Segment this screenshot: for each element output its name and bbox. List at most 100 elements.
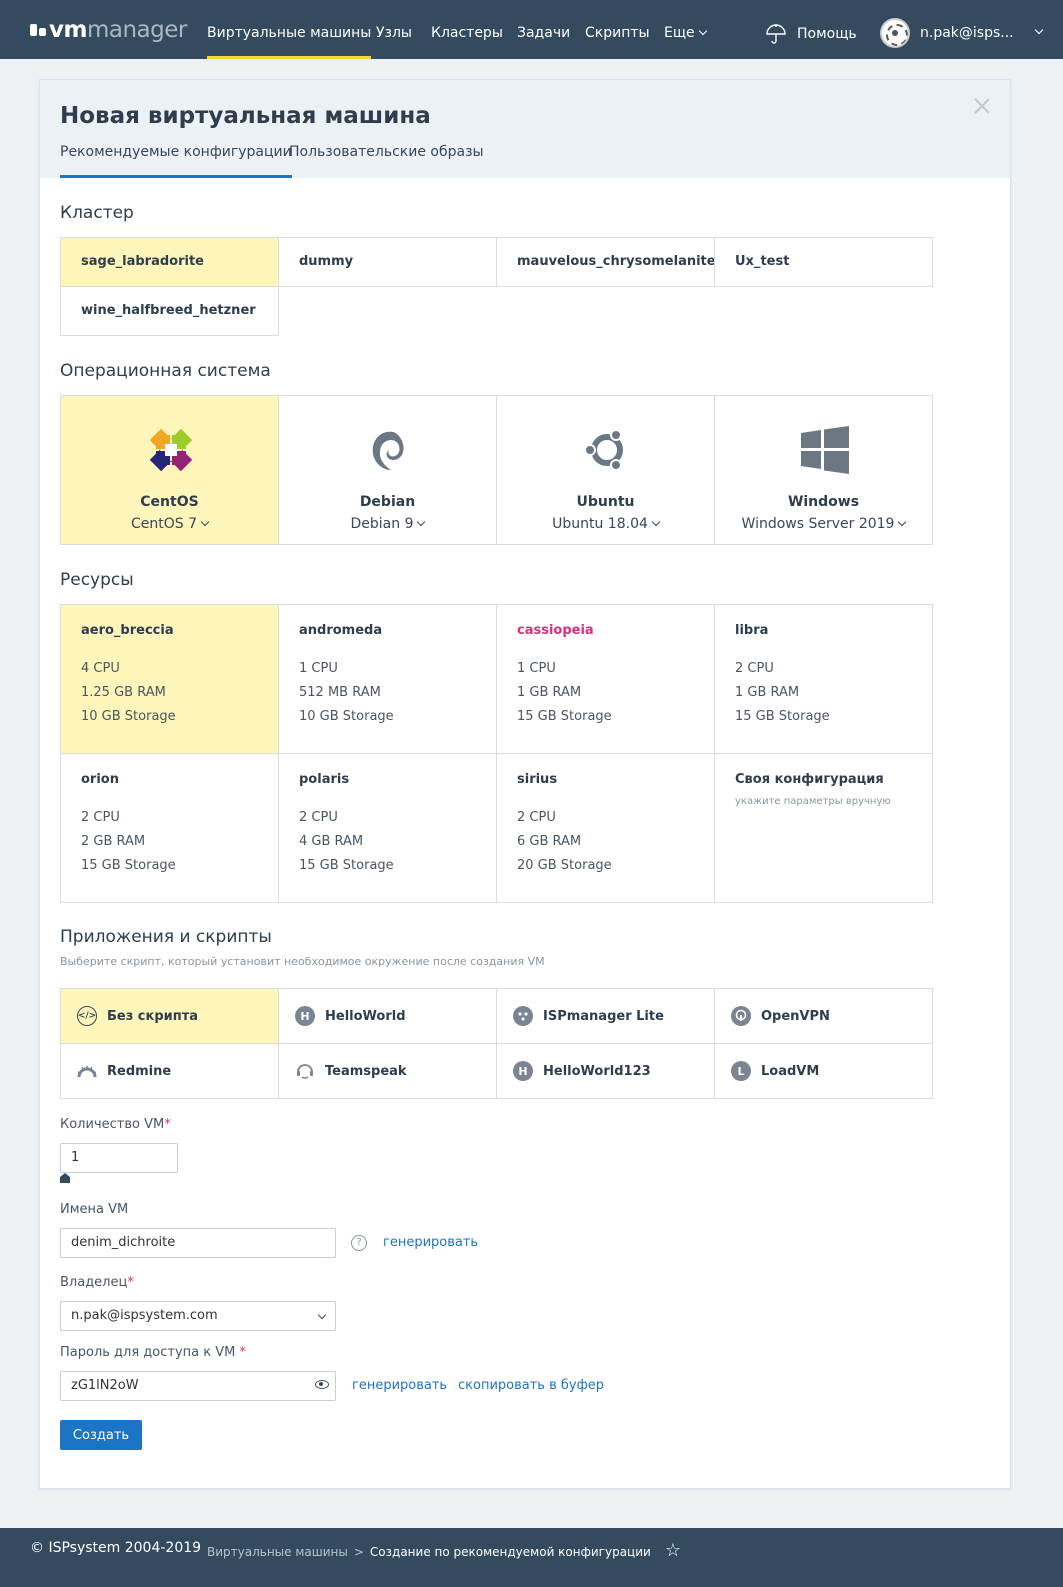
resource-ram: 6 GB RAM: [517, 834, 582, 849]
app-option[interactable]: L LoadVM: [714, 1043, 933, 1099]
os-name: Windows: [787, 494, 860, 510]
cluster-option[interactable]: dummy: [278, 237, 497, 287]
resource-option-custom[interactable]: Своя конфигурация укажите параметры вруч…: [714, 753, 933, 903]
h-letter-icon: H: [295, 1006, 315, 1026]
resource-storage: 20 GB Storage: [517, 858, 612, 873]
os-version-dropdown[interactable]: Windows Server 2019: [715, 516, 932, 532]
vmmanager-logo[interactable]: vm manager: [30, 16, 187, 44]
eye-icon[interactable]: [315, 1380, 329, 1389]
os-option-ubuntu[interactable]: Ubuntu Ubuntu 18.04: [496, 395, 715, 545]
vm-count-input[interactable]: 1: [60, 1143, 178, 1173]
app-option[interactable]: Teamspeak: [278, 1043, 497, 1099]
user-name: n.pak@isps...: [920, 24, 1014, 41]
os-option-debian[interactable]: Debian Debian 9: [278, 395, 497, 545]
cluster-option[interactable]: Ux_test: [714, 237, 933, 287]
app-name: HelloWorld: [325, 1008, 406, 1024]
os-option-windows[interactable]: Windows Windows Server 2019: [714, 395, 933, 545]
copy-to-clipboard-link[interactable]: скопировать в буфер: [458, 1378, 604, 1393]
os-version-dropdown[interactable]: Debian 9: [279, 516, 496, 532]
resource-name: sirius: [517, 772, 558, 787]
resource-option[interactable]: cassiopeia 1 CPU 1 GB RAM 15 GB Storage: [496, 604, 715, 754]
os-version-label: CentOS 7: [130, 516, 197, 532]
cluster-section-title: Кластер: [60, 203, 134, 223]
required-mark: *: [239, 1345, 247, 1360]
cluster-option[interactable]: mauvelous_chrysomelanite: [496, 237, 716, 287]
resource-name: aero_breccia: [81, 623, 174, 638]
resource-ram: 4 GB RAM: [299, 834, 364, 849]
help-button[interactable]: Помощь: [765, 0, 857, 59]
chevron-down-icon: [651, 517, 661, 527]
star-icon[interactable]: ☆: [665, 1540, 681, 1561]
nav-virtual-machines[interactable]: Виртуальные машины: [207, 0, 372, 59]
resource-option[interactable]: aero_breccia 4 CPU 1.25 GB RAM 10 GB Sto…: [60, 604, 279, 754]
resource-option[interactable]: orion 2 CPU 2 GB RAM 15 GB Storage: [60, 753, 279, 903]
resource-ram: 512 MB RAM: [299, 685, 381, 700]
chevron-down-icon: [898, 517, 907, 527]
generate-names-link[interactable]: генерировать: [383, 1235, 478, 1250]
app-option[interactable]: ISPmanager Lite: [496, 988, 715, 1044]
owner-select[interactable]: n.pak@ispsystem.com: [60, 1301, 336, 1331]
resource-option[interactable]: andromeda 1 CPU 512 MB RAM 10 GB Storage: [278, 604, 497, 754]
password-value: zG1lN2oW: [71, 1378, 139, 1393]
tab-recommended-configs[interactable]: Рекомендуемые конфигурации: [60, 144, 292, 178]
chevron-down-icon: [417, 517, 426, 527]
copyright: © ISPsystem 2004-2019: [30, 1540, 202, 1556]
vm-count-slider-handle[interactable]: [60, 1173, 70, 1183]
resource-storage: 15 GB Storage: [517, 709, 612, 724]
tab-custom-images[interactable]: Пользовательские образы: [289, 144, 484, 178]
app-name: Без скрипта: [107, 1008, 199, 1024]
vm-names-input[interactable]: denim_dichroite: [60, 1228, 336, 1258]
close-icon[interactable]: [972, 96, 992, 116]
password-input[interactable]: zG1lN2oW: [60, 1371, 336, 1401]
help-question-icon[interactable]: ?: [351, 1235, 367, 1251]
os-version-dropdown[interactable]: CentOS 7: [61, 516, 278, 532]
debian-icon: [372, 431, 404, 470]
breadcrumb: Виртуальные машины > Создание по рекомен…: [207, 1540, 681, 1562]
os-option-centos[interactable]: CentOS CentOS 7: [60, 395, 279, 545]
cluster-option[interactable]: wine_halfbreed_hetzner: [60, 286, 279, 336]
resource-option[interactable]: polaris 2 CPU 4 GB RAM 15 GB Storage: [278, 753, 497, 903]
logo-vm-text: vm: [49, 17, 87, 43]
nav-scripts[interactable]: Скрипты: [585, 0, 650, 59]
resource-name: andromeda: [299, 623, 383, 638]
resource-cpu: 2 CPU: [735, 661, 774, 676]
app-option[interactable]: H HelloWorld123: [496, 1043, 715, 1099]
windows-icon: [801, 426, 849, 474]
resource-ram: 1.25 GB RAM: [81, 685, 166, 700]
required-mark: *: [164, 1117, 171, 1132]
footer: © ISPsystem 2004-2019 Виртуальные машины…: [0, 1528, 1063, 1587]
required-mark: *: [127, 1275, 134, 1290]
logo-manager-text: manager: [86, 17, 187, 43]
app-option-no-script[interactable]: </> Без скрипта: [60, 988, 279, 1044]
user-menu[interactable]: n.pak@isps...: [880, 0, 1043, 59]
resource-cpu: 1 CPU: [517, 661, 556, 676]
create-button[interactable]: Создать: [60, 1420, 142, 1450]
os-version-dropdown[interactable]: Ubuntu 18.04: [497, 516, 714, 532]
app-option[interactable]: OpenVPN: [714, 988, 933, 1044]
apps-section-subtitle: Выберите скрипт, который установит необх…: [60, 955, 545, 968]
breadcrumb-virtual-machines[interactable]: Виртуальные машины: [207, 1545, 348, 1559]
os-name: Debian: [359, 494, 416, 510]
cluster-option[interactable]: sage_labradorite: [60, 237, 279, 287]
resource-storage: 10 GB Storage: [81, 709, 176, 724]
resource-name: Своя конфигурация: [735, 772, 884, 787]
resource-option[interactable]: sirius 2 CPU 6 GB RAM 20 GB Storage: [496, 753, 715, 903]
resource-hint: укажите параметры вручную: [735, 796, 891, 807]
avatar: [880, 17, 910, 48]
resource-option[interactable]: libra 2 CPU 1 GB RAM 15 GB Storage: [714, 604, 933, 754]
resource-cpu: 2 CPU: [81, 810, 120, 825]
nav-nodes[interactable]: Узлы: [376, 0, 412, 59]
teamspeak-icon: [297, 1064, 313, 1079]
app-option[interactable]: H HelloWorld: [278, 988, 497, 1044]
generate-password-link[interactable]: генерировать: [352, 1378, 447, 1393]
vm-count-label-text: Количество VM: [60, 1117, 165, 1132]
nav-tasks[interactable]: Задачи: [517, 0, 570, 59]
password-label-text: Пароль для доступа к VM: [60, 1345, 236, 1360]
resource-storage: 15 GB Storage: [735, 709, 830, 724]
nav-more[interactable]: Еще: [664, 0, 707, 59]
nav-clusters[interactable]: Кластеры: [431, 0, 503, 59]
app-option[interactable]: Redmine: [60, 1043, 279, 1099]
l-letter-icon: L: [731, 1061, 751, 1081]
app-name: Teamspeak: [325, 1063, 407, 1079]
help-label: Помощь: [797, 25, 857, 42]
